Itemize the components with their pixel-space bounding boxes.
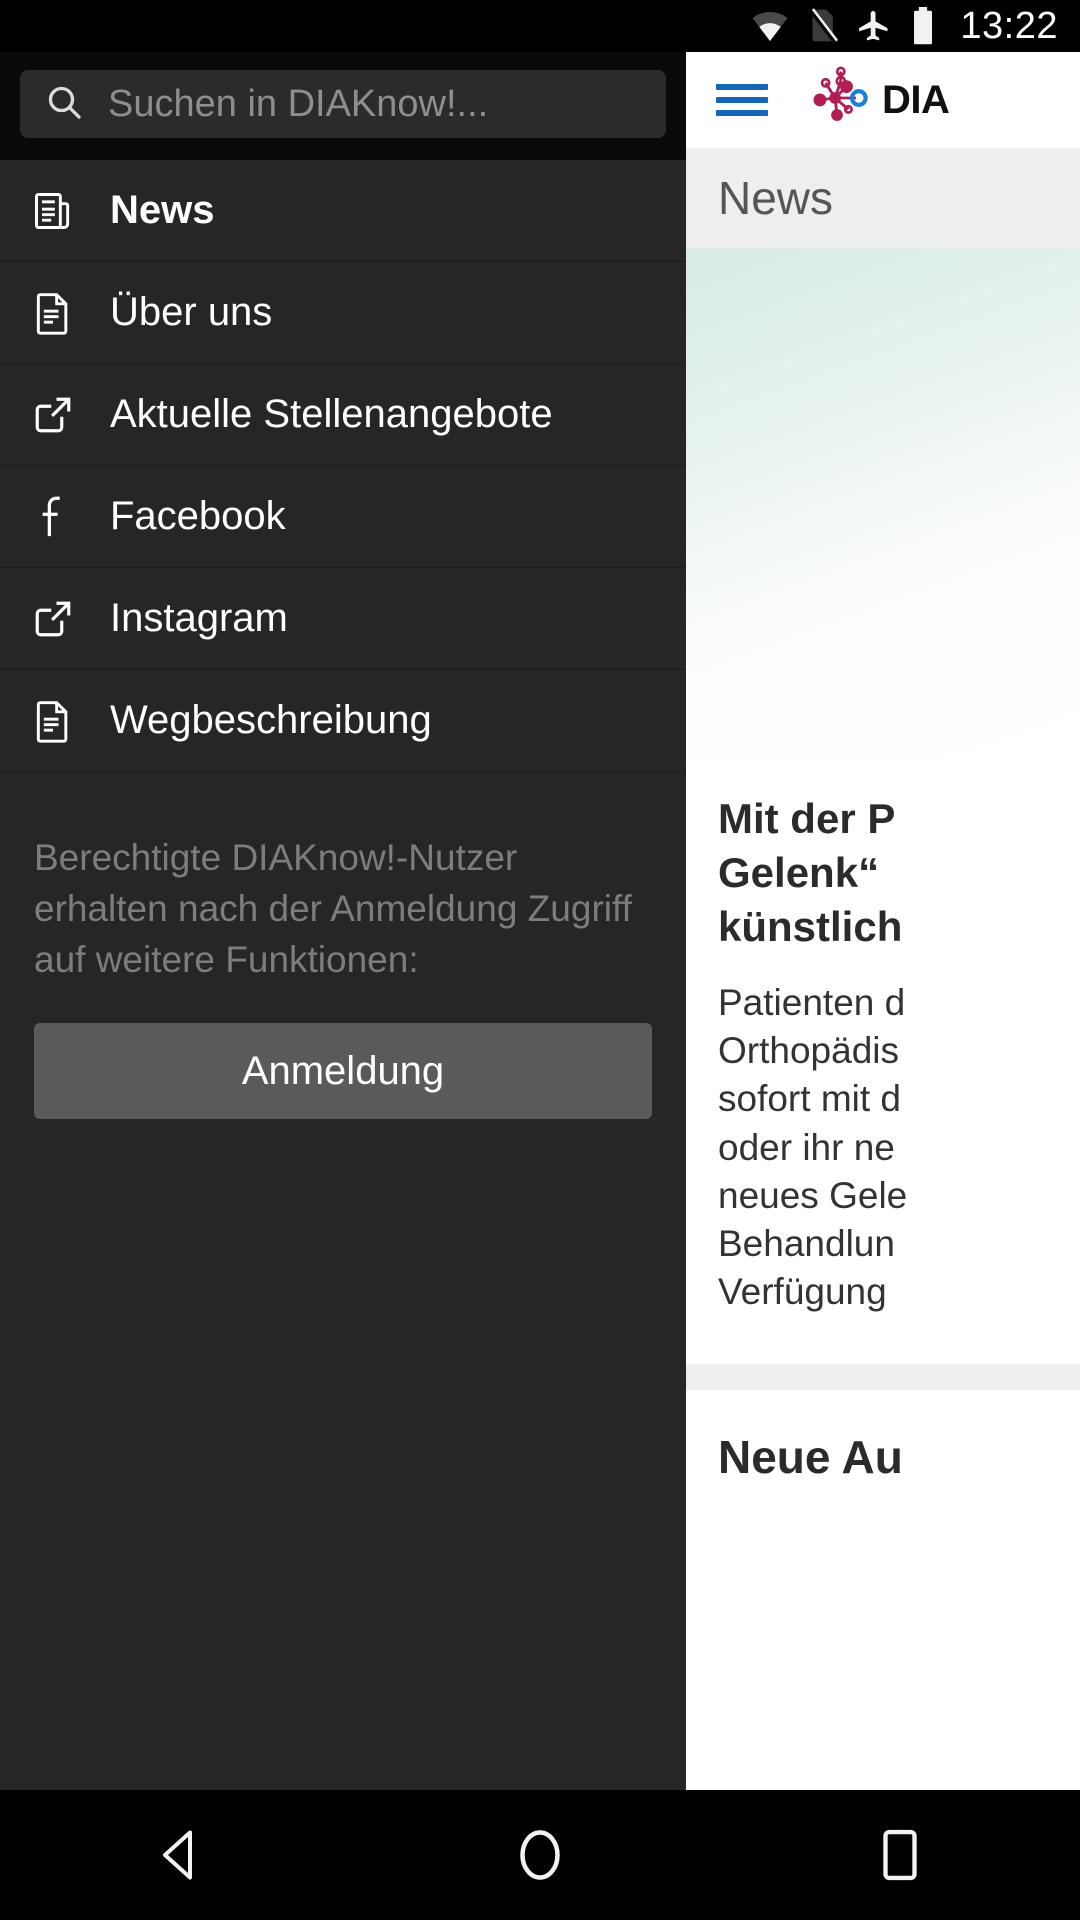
diaknow-molecule-logo-icon [798,62,876,139]
airplane-mode-icon [856,8,892,44]
search-placeholder: Suchen in DIAKnow!... [108,82,489,125]
article-body-line: neues Gele [718,1174,908,1216]
article-body-line: Patienten d [718,982,906,1024]
back-button[interactable] [120,1790,240,1920]
search-icon [44,82,84,127]
search-input[interactable]: Suchen in DIAKnow!... [20,70,666,138]
sidebar-item-facebook[interactable]: Facebook [0,466,686,568]
sidebar-item-label: Facebook [110,494,286,538]
login-button[interactable]: Anmeldung [34,1023,652,1120]
battery-icon [910,7,936,45]
article-body-line: oder ihr ne [718,1126,895,1168]
document-icon [30,699,76,743]
sidebar-item-stellenangebote[interactable]: Aktuelle Stellenangebote [0,364,686,466]
sidebar-item-label: News [110,188,215,232]
article-card[interactable]: Mit der P Gelenk“ künstlich Patienten d … [686,758,1080,1316]
page-title: News [718,172,834,224]
document-icon [30,291,76,335]
android-nav-bar [0,1790,1080,1920]
login-description: Berechtigte DIAKnow!-Nutzer erhalten nac… [34,837,632,981]
app-logo: DIA [798,62,950,139]
sidebar-item-label: Über uns [110,290,273,334]
status-bar: 13:22 [0,0,1080,52]
sidebar-item-label: Instagram [110,596,288,640]
drawer-login-block: Berechtigte DIAKnow!-Nutzer erhalten nac… [0,772,686,1120]
navigation-drawer: Suchen in DIAKnow!... News Über uns Aktu… [0,52,686,1790]
article-title-line: Mit der P [718,795,896,842]
article-separator [686,1363,1080,1390]
sidebar-item-label: Aktuelle Stellenangebote [110,392,553,436]
wifi-icon [750,9,790,43]
section-title-bar: News [686,148,1080,248]
status-bar-clock: 13:22 [960,4,1058,47]
brand-text: DIA [882,77,950,122]
article-title-line: Gelenk“ [718,848,880,896]
drawer-search-zone: Suchen in DIAKnow!... [0,52,686,160]
facebook-icon [30,494,76,540]
article-body-line: sofort mit d [718,1078,901,1120]
article-hero-image [686,248,1080,758]
news-document-icon [30,189,76,233]
phone-screen: 13:22 DIA News Mit der P Gelenk“ künstli… [0,0,1080,1920]
article-body-line: Orthopädis [718,1030,899,1072]
article-body-line: Verfügung [718,1270,887,1312]
external-link-icon [30,598,76,640]
hamburger-menu-icon[interactable] [716,80,768,120]
sidebar-item-label: Wegbeschreibung [110,698,432,742]
no-sim-icon [808,8,839,44]
home-button[interactable] [480,1790,600,1920]
app-content-panel: DIA News Mit der P Gelenk“ künstlich Pat… [686,52,1080,1790]
sidebar-item-ueber-uns[interactable]: Über uns [0,262,686,364]
recents-button[interactable] [840,1790,960,1920]
article-spacer [686,1315,1080,1364]
article-card[interactable]: Neue Au [686,1390,1080,1484]
external-link-icon [30,394,76,436]
article-title-line: Neue Au [718,1430,903,1483]
article-title-line: künstlich [718,902,903,950]
article-body-line: Behandlun [718,1222,895,1264]
app-bar: DIA [686,52,1080,148]
sidebar-item-news[interactable]: News [0,160,686,262]
sidebar-item-wegbeschreibung[interactable]: Wegbeschreibung [0,670,686,772]
sidebar-item-instagram[interactable]: Instagram [0,568,686,670]
